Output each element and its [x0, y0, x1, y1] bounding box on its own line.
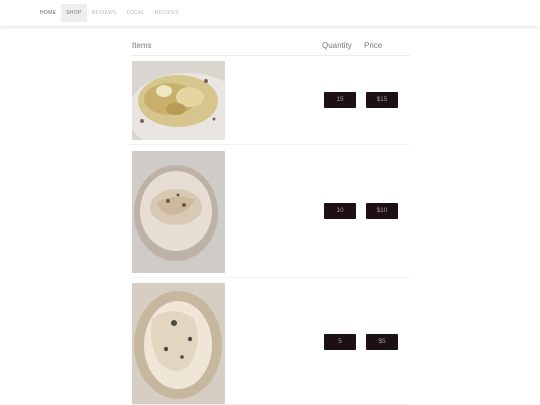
top-navbar: HOME SHOP REVIEWS LOCAL RECIPES [0, 0, 540, 26]
nav-shop[interactable]: SHOP [61, 4, 87, 22]
quantity-column-header: Quantity [322, 41, 352, 50]
nav-reviews[interactable]: REVIEWS [87, 4, 122, 22]
quantity-stepper[interactable]: 15 [324, 92, 356, 108]
table-row: 5 $5 [130, 278, 410, 405]
price-column-header: Price [364, 41, 383, 50]
food-bowl-image [132, 283, 225, 404]
food-bowl-image [132, 61, 225, 140]
nav-home[interactable]: HOME [35, 4, 61, 22]
price-button[interactable]: $5 [366, 334, 398, 350]
table-header: Items Quantity Price [130, 36, 410, 56]
shop-table: Items Quantity Price 15 $15 10 $10 5 $5 [130, 36, 410, 405]
nav-local[interactable]: LOCAL [122, 4, 150, 22]
food-bowl-image [132, 151, 225, 273]
items-column-header: Items [132, 41, 152, 50]
price-button[interactable]: $10 [366, 203, 398, 219]
quantity-stepper[interactable]: 10 [324, 203, 356, 219]
price-button[interactable]: $15 [366, 92, 398, 108]
main-nav: HOME SHOP REVIEWS LOCAL RECIPES [35, 4, 184, 22]
table-row: 15 $15 [130, 56, 410, 145]
table-row: 10 $10 [130, 145, 410, 278]
nav-recipes[interactable]: RECIPES [150, 4, 184, 22]
quantity-stepper[interactable]: 5 [324, 334, 356, 350]
